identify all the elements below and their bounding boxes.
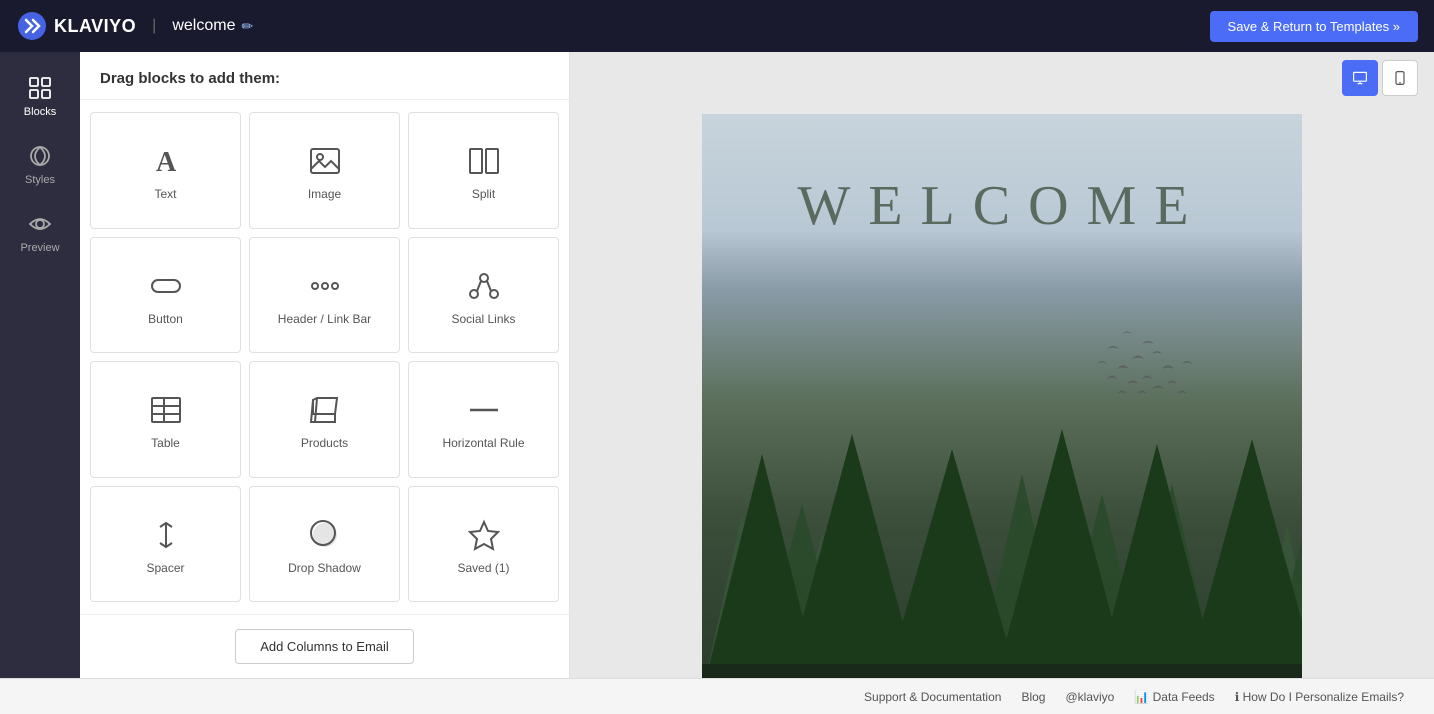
image-block-icon bbox=[307, 143, 343, 179]
mobile-icon bbox=[1392, 70, 1408, 86]
block-header-link-bar[interactable]: Header / Link Bar bbox=[249, 237, 400, 354]
data-feeds-link[interactable]: 📊 Data Feeds bbox=[1134, 690, 1214, 704]
block-drop-shadow[interactable]: Drop Shadow bbox=[249, 486, 400, 603]
spacer-block-label: Spacer bbox=[146, 561, 184, 575]
app-header: KLAVIYO | welcome ✏ Save & Return to Tem… bbox=[0, 0, 1434, 52]
blocks-label: Blocks bbox=[24, 106, 56, 118]
drop-shadow-block-label: Drop Shadow bbox=[288, 561, 361, 575]
support-link[interactable]: Support & Documentation bbox=[864, 690, 1001, 704]
block-text[interactable]: A Text bbox=[90, 112, 241, 229]
logo: KLAVIYO bbox=[16, 10, 136, 42]
logo-text: KLAVIYO bbox=[54, 16, 136, 37]
icon-sidebar: Blocks Styles Preview bbox=[0, 52, 80, 678]
styles-label: Styles bbox=[25, 174, 55, 186]
products-block-label: Products bbox=[301, 436, 348, 450]
button-block-label: Button bbox=[148, 312, 183, 326]
text-block-label: Text bbox=[154, 187, 176, 201]
sidebar-item-styles[interactable]: Styles bbox=[0, 128, 80, 196]
image-block-label: Image bbox=[308, 187, 341, 201]
split-block-icon bbox=[466, 143, 502, 179]
sidebar-item-preview[interactable]: Preview bbox=[0, 196, 80, 264]
canvas-toolbar bbox=[570, 52, 1434, 104]
header-link-bar-label: Header / Link Bar bbox=[278, 312, 371, 326]
personalize-link[interactable]: ℹ How Do I Personalize Emails? bbox=[1235, 690, 1404, 704]
edit-project-icon[interactable]: ✏ bbox=[241, 18, 253, 35]
mobile-view-button[interactable] bbox=[1382, 60, 1418, 96]
desktop-icon bbox=[1352, 70, 1368, 86]
add-columns-wrapper: Add Columns to Email bbox=[80, 614, 569, 678]
block-button[interactable]: Button bbox=[90, 237, 241, 354]
horizontal-rule-label: Horizontal Rule bbox=[442, 436, 524, 450]
email-canvas: WELCOME bbox=[702, 114, 1302, 678]
header-link-bar-icon bbox=[307, 268, 343, 304]
table-block-icon bbox=[148, 392, 184, 428]
block-table[interactable]: Table bbox=[90, 361, 241, 478]
data-feeds-icon: 📊 bbox=[1134, 690, 1152, 704]
desktop-view-button[interactable] bbox=[1342, 60, 1378, 96]
spacer-block-icon bbox=[148, 517, 184, 553]
block-products[interactable]: Products bbox=[249, 361, 400, 478]
saved-block-icon bbox=[466, 517, 502, 553]
main-area: Blocks Styles Preview Drag blocks to add… bbox=[0, 52, 1434, 678]
blog-link[interactable]: Blog bbox=[1021, 690, 1045, 704]
saved-block-label: Saved (1) bbox=[457, 561, 509, 575]
twitter-link[interactable]: @klaviyo bbox=[1065, 690, 1114, 704]
products-block-icon bbox=[307, 392, 343, 428]
social-links-icon bbox=[466, 268, 502, 304]
social-links-label: Social Links bbox=[451, 312, 515, 326]
header-left: KLAVIYO | welcome ✏ bbox=[16, 10, 253, 42]
klaviyo-logo-icon bbox=[16, 10, 48, 42]
preview-icon bbox=[26, 210, 54, 238]
add-columns-button[interactable]: Add Columns to Email bbox=[235, 629, 414, 664]
split-block-label: Split bbox=[472, 187, 495, 201]
block-horizontal-rule[interactable]: Horizontal Rule bbox=[408, 361, 559, 478]
blocks-icon bbox=[26, 74, 54, 102]
blocks-grid: A Text Image Split bbox=[80, 100, 569, 614]
block-panel-header: Drag blocks to add them: bbox=[80, 52, 569, 100]
table-block-label: Table bbox=[151, 436, 180, 450]
project-name: welcome ✏ bbox=[172, 17, 253, 35]
preview-label: Preview bbox=[20, 242, 59, 254]
drop-shadow-block-icon bbox=[307, 517, 343, 553]
block-panel: Drag blocks to add them: A Text Image bbox=[80, 52, 570, 678]
birds-illustration bbox=[1022, 314, 1222, 434]
welcome-image: WELCOME bbox=[702, 114, 1302, 678]
welcome-text: WELCOME bbox=[702, 174, 1302, 238]
styles-icon bbox=[26, 142, 54, 170]
block-split[interactable]: Split bbox=[408, 112, 559, 229]
horizontal-rule-icon bbox=[466, 392, 502, 428]
canvas-content: WELCOME bbox=[570, 104, 1434, 678]
button-block-icon bbox=[148, 268, 184, 304]
canvas-area: WELCOME bbox=[570, 52, 1434, 678]
save-return-button[interactable]: Save & Return to Templates » bbox=[1210, 11, 1418, 42]
personalize-icon: ℹ bbox=[1235, 690, 1243, 704]
block-saved[interactable]: Saved (1) bbox=[408, 486, 559, 603]
svg-text:A: A bbox=[156, 147, 177, 178]
block-spacer[interactable]: Spacer bbox=[90, 486, 241, 603]
block-social-links[interactable]: Social Links bbox=[408, 237, 559, 354]
sidebar-item-blocks[interactable]: Blocks bbox=[0, 60, 80, 128]
block-image[interactable]: Image bbox=[249, 112, 400, 229]
text-block-icon: A bbox=[148, 143, 184, 179]
footer: Support & Documentation Blog @klaviyo 📊 … bbox=[0, 678, 1434, 714]
